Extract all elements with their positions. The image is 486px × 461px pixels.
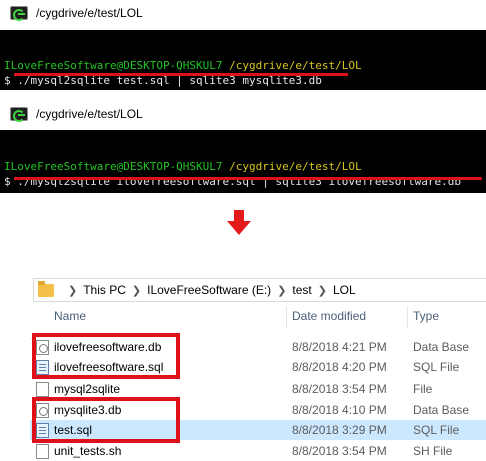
file-type: SH File bbox=[413, 444, 453, 458]
file-type: Data Base bbox=[413, 340, 470, 354]
file-type: Data Base bbox=[413, 403, 470, 417]
file-type: SQL File bbox=[413, 360, 460, 374]
down-arrow-head bbox=[227, 221, 251, 235]
column-header-name[interactable]: Name bbox=[54, 309, 86, 323]
breadcrumb-item-this-pc[interactable]: This PC bbox=[83, 283, 126, 297]
terminal-2-prompt-line: ILoveFreeSoftware@DESKTOP-QHSKUL7 /cygdr… bbox=[4, 159, 486, 174]
terminal-2-title: /cygdrive/e/test/LOL bbox=[36, 107, 143, 121]
prompt-user-host: ILoveFreeSoftware@DESKTOP-QHSKUL7 bbox=[4, 160, 223, 173]
file-type: File bbox=[413, 382, 433, 396]
breadcrumb-chevron-icon[interactable]: ❯ bbox=[277, 284, 286, 297]
address-bar[interactable]: ❯ This PC ❯ ILoveFreeSoftware (E:) ❯ tes… bbox=[33, 278, 486, 302]
file-row[interactable]: mysql2sqlite 8/8/2018 3:54 PM File bbox=[30, 379, 486, 399]
breadcrumb-chevron-icon[interactable]: ❯ bbox=[68, 284, 77, 297]
file-date: 8/8/2018 4:10 PM bbox=[292, 403, 387, 417]
terminal-1-titlebar[interactable]: /cygdrive/e/test/LOL bbox=[0, 0, 486, 26]
prompt-path: /cygdrive/e/test/LOL bbox=[229, 160, 362, 173]
cygwin-terminal-icon bbox=[10, 6, 28, 21]
terminal-1-prompt-line: ILoveFreeSoftware@DESKTOP-QHSKUL7 /cygdr… bbox=[4, 58, 486, 73]
file-icon bbox=[36, 444, 49, 459]
terminal-2[interactable]: ILoveFreeSoftware@DESKTOP-QHSKUL7 /cygdr… bbox=[0, 130, 486, 193]
file-date: 8/8/2018 3:29 PM bbox=[292, 423, 387, 437]
file-row[interactable]: unit_tests.sh 8/8/2018 3:54 PM SH File bbox=[30, 441, 486, 461]
prompt-user-host: ILoveFreeSoftware@DESKTOP-QHSKUL7 bbox=[4, 59, 223, 72]
terminal-1-title: /cygdrive/e/test/LOL bbox=[36, 6, 143, 20]
cygwin-terminal-icon bbox=[10, 107, 28, 122]
column-divider[interactable] bbox=[286, 306, 287, 328]
file-date: 8/8/2018 4:21 PM bbox=[292, 340, 387, 354]
file-type: SQL File bbox=[413, 423, 460, 437]
column-header-type[interactable]: Type bbox=[413, 309, 439, 323]
highlight-box-ilovefreesoftware bbox=[32, 333, 180, 379]
file-date: 8/8/2018 3:54 PM bbox=[292, 444, 387, 458]
breadcrumb-item-test[interactable]: test bbox=[292, 283, 311, 297]
highlight-box-mysqlite3 bbox=[32, 397, 180, 443]
command-2-underline bbox=[14, 177, 482, 180]
file-date: 8/8/2018 4:20 PM bbox=[292, 360, 387, 374]
column-divider[interactable] bbox=[407, 306, 408, 328]
breadcrumb-chevron-icon[interactable]: ❯ bbox=[318, 284, 327, 297]
column-header-date[interactable]: Date modified bbox=[292, 309, 366, 323]
terminal-2-titlebar[interactable]: /cygdrive/e/test/LOL bbox=[0, 101, 486, 127]
breadcrumb-chevron-icon[interactable]: ❯ bbox=[132, 284, 141, 297]
breadcrumb-item-drive[interactable]: ILoveFreeSoftware (E:) bbox=[147, 283, 271, 297]
breadcrumb-item-lol[interactable]: LOL bbox=[333, 283, 356, 297]
prompt-path: /cygdrive/e/test/LOL bbox=[229, 59, 362, 72]
file-date: 8/8/2018 3:54 PM bbox=[292, 382, 387, 396]
folder-icon bbox=[38, 280, 54, 297]
file-name: mysql2sqlite bbox=[54, 382, 121, 396]
command-1-underline bbox=[14, 73, 348, 76]
terminal-1[interactable]: ILoveFreeSoftware@DESKTOP-QHSKUL7 /cygdr… bbox=[0, 30, 486, 90]
file-icon bbox=[36, 382, 49, 397]
file-name: unit_tests.sh bbox=[54, 444, 122, 458]
